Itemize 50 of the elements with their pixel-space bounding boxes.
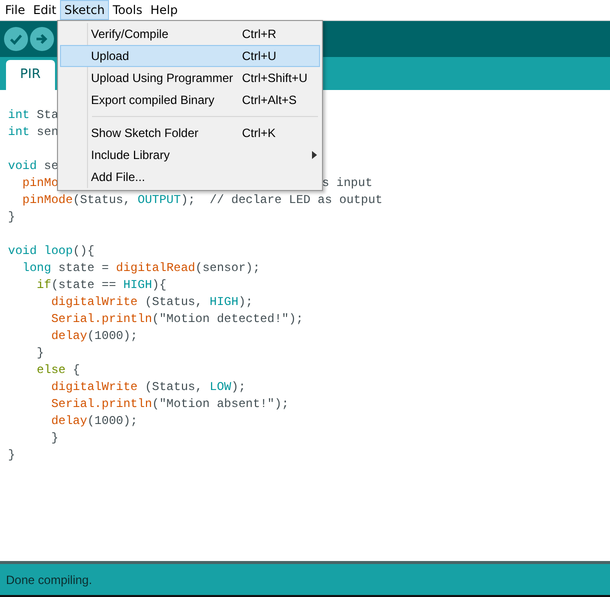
code-line: } bbox=[8, 210, 16, 224]
shortcut-label: Ctrl+U bbox=[242, 49, 276, 63]
code-line: void se bbox=[8, 159, 58, 173]
menu-bar-item[interactable]: File bbox=[1, 0, 30, 20]
code-line: } bbox=[8, 448, 16, 462]
code-line: } bbox=[36, 346, 44, 360]
code-line: digitalWrite (Status, HIGH); bbox=[50, 295, 253, 309]
menu-bar-item[interactable]: Edit bbox=[29, 0, 60, 20]
menu-item[interactable]: Verify/Compile Ctrl+R bbox=[60, 23, 320, 45]
menu-bar-item[interactable]: Help bbox=[146, 0, 182, 20]
code-line: } bbox=[50, 431, 58, 445]
menu-bar-item[interactable]: Tools bbox=[108, 0, 146, 20]
shortcut-label: Ctrl+K bbox=[242, 126, 276, 140]
menu-bar-item[interactable]: Sketch bbox=[60, 0, 109, 20]
menu-item-label: Show Sketch Folder bbox=[91, 126, 198, 140]
code-line: s input bbox=[322, 175, 372, 192]
code-line: if(state == HIGH){ bbox=[36, 278, 166, 292]
code-line: digitalWrite (Status, LOW); bbox=[50, 380, 246, 394]
menu-item[interactable]: Upload Using Programmer Ctrl+Shift+U bbox=[60, 67, 320, 89]
menu-item-label: Upload bbox=[91, 49, 130, 63]
code-line: void loop(){ bbox=[8, 244, 94, 258]
menu-item-label: Verify/Compile bbox=[91, 27, 168, 41]
code-line: Serial.println("Motion detected!"); bbox=[50, 312, 304, 326]
menu-item-label: Upload Using Programmer bbox=[91, 71, 234, 85]
code-line: pinMo bbox=[21, 176, 58, 190]
menu-item-label: Add File... bbox=[91, 170, 146, 184]
code-line: int Sta bbox=[8, 108, 58, 122]
verify-button[interactable] bbox=[4, 27, 28, 51]
code-line: delay(1000); bbox=[50, 329, 138, 343]
menu-item[interactable]: Show Sketch Folder Ctrl+K bbox=[60, 122, 320, 144]
sketch-tab[interactable]: PIR bbox=[6, 60, 55, 90]
shortcut-label: Ctrl+Alt+S bbox=[242, 93, 297, 107]
shortcut-label: Ctrl+R bbox=[242, 27, 276, 41]
menu-item[interactable]: Include Library bbox=[60, 144, 320, 166]
menu-item[interactable]: Export compiled Binary Ctrl+Alt+S bbox=[60, 89, 320, 111]
menu-item[interactable]: Upload Ctrl+U bbox=[60, 45, 320, 67]
code-line: delay(1000); bbox=[50, 414, 138, 428]
shortcut-label: Ctrl+Shift+U bbox=[242, 71, 308, 85]
menu-item-label: Include Library bbox=[91, 148, 170, 162]
code-line: long state = digitalRead(sensor); bbox=[21, 261, 260, 275]
status-message: Done compiling. bbox=[6, 572, 92, 586]
upload-button[interactable] bbox=[30, 27, 54, 51]
submenu-arrow-icon bbox=[312, 151, 317, 159]
code-line: pinMode(Status, OUTPUT); // declare LED as output bbox=[21, 193, 382, 207]
checkmark-icon bbox=[9, 32, 23, 46]
code-line: else { bbox=[36, 363, 80, 377]
code-line: Serial.println("Motion absent!"); bbox=[50, 397, 289, 411]
menu-item[interactable]: Add File... bbox=[60, 166, 320, 188]
menu-item-label: Export compiled Binary bbox=[91, 93, 214, 107]
arrow-right-icon bbox=[35, 32, 49, 46]
